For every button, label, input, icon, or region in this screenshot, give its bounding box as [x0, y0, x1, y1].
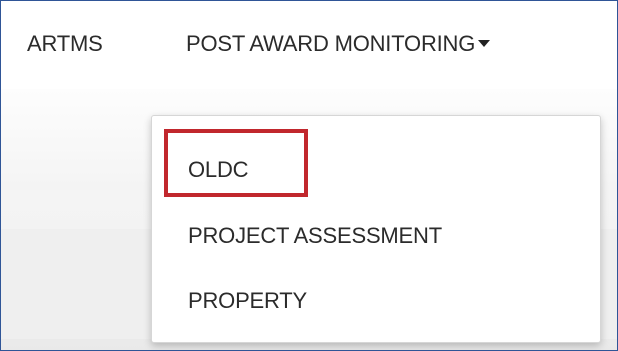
screenshot-frame: ARTMS POST AWARD MONITORING OLDC PROJECT… — [0, 0, 618, 351]
nav-item-artms[interactable]: ARTMS — [27, 31, 103, 57]
nav-item-label: ARTMS — [27, 31, 103, 56]
post-award-monitoring-dropdown-menu: OLDC PROJECT ASSESSMENT PROPERTY — [151, 115, 601, 343]
menu-item-label: OLDC — [188, 157, 249, 182]
menu-item-project-assessment[interactable]: PROJECT ASSESSMENT — [188, 223, 442, 249]
menu-item-oldc[interactable]: OLDC — [188, 157, 249, 183]
menu-item-label: PROJECT ASSESSMENT — [188, 223, 442, 248]
menu-item-property[interactable]: PROPERTY — [188, 288, 307, 314]
caret-down-icon — [478, 39, 491, 47]
nav-item-post-award-monitoring[interactable]: POST AWARD MONITORING — [186, 31, 491, 57]
top-navbar: ARTMS POST AWARD MONITORING — [1, 1, 617, 89]
nav-item-label: POST AWARD MONITORING — [186, 31, 476, 56]
menu-item-label: PROPERTY — [188, 288, 308, 313]
